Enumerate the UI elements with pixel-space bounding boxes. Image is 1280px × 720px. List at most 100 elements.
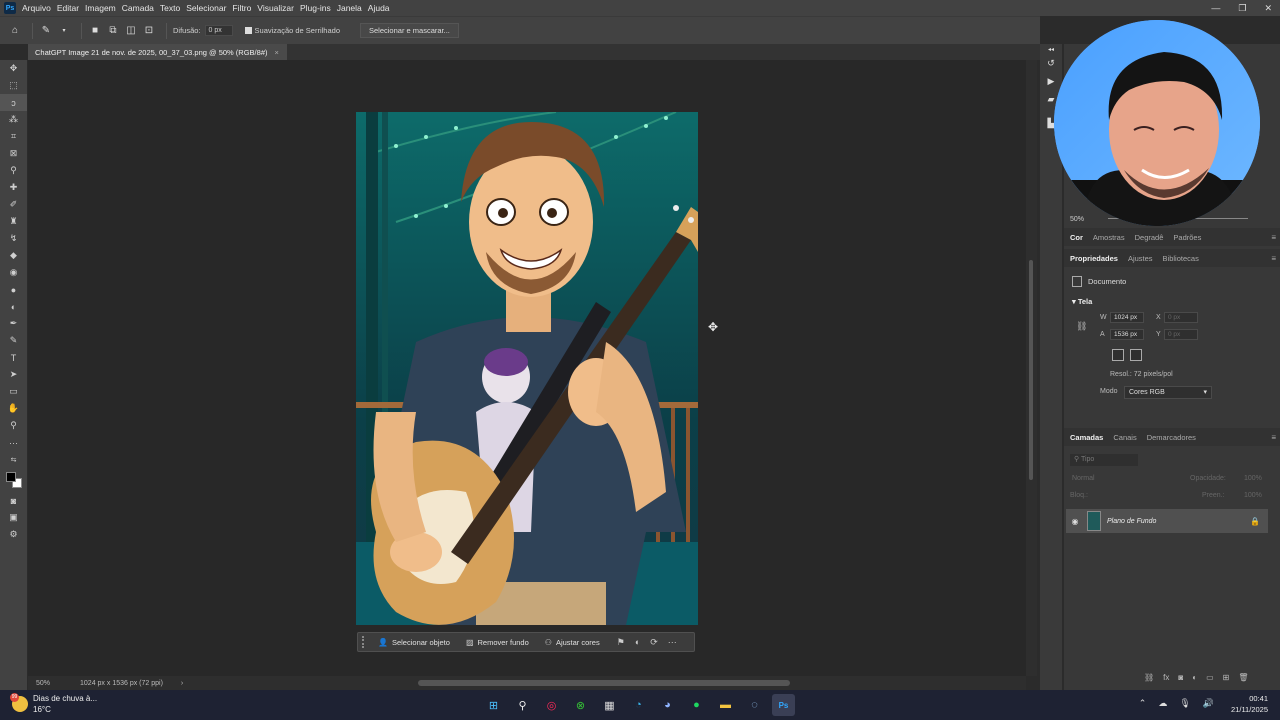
flag-icon[interactable]: ⚑ bbox=[617, 637, 625, 648]
volume-icon[interactable]: 🔊 bbox=[1203, 698, 1214, 709]
feather-input[interactable]: 0 px bbox=[204, 25, 233, 36]
move-tool-icon[interactable]: ✥ bbox=[0, 60, 27, 77]
horizontal-scrollbar[interactable] bbox=[418, 680, 790, 686]
quick-mask-icon[interactable]: ◙ bbox=[0, 492, 27, 509]
tab-swatches[interactable]: Amostras bbox=[1093, 233, 1125, 242]
start-button-icon[interactable]: ⊞ bbox=[482, 694, 505, 716]
blend-mode-select[interactable]: Normal bbox=[1070, 473, 1170, 485]
screen-mode-icon[interactable]: ▣ bbox=[0, 509, 27, 526]
calculator-icon[interactable]: ▦ bbox=[598, 694, 621, 716]
add-selection-icon[interactable]: ⧉ bbox=[106, 24, 120, 38]
visibility-eye-icon[interactable]: ◉ bbox=[1066, 517, 1084, 526]
select-object-button[interactable]: 👤 Selecionar objeto bbox=[374, 636, 454, 649]
magic-wand-icon[interactable]: ⁂ bbox=[0, 111, 27, 128]
edit-toolbar-icon[interactable]: ⚙ bbox=[0, 526, 27, 543]
delete-layer-icon[interactable]: 🗑 bbox=[1238, 673, 1248, 682]
height-field[interactable]: 1536 px bbox=[1110, 329, 1144, 340]
layer-row[interactable]: ◉ Plano de Fundo 🔒 bbox=[1066, 509, 1268, 533]
menu-ajuda[interactable]: Ajuda bbox=[368, 3, 390, 13]
chevron-right-icon[interactable]: › bbox=[181, 680, 183, 687]
tab-color[interactable]: Cor bbox=[1070, 233, 1083, 242]
navigator-zoom[interactable]: 50% bbox=[1070, 216, 1084, 223]
home-icon[interactable]: ⌂ bbox=[8, 24, 22, 38]
file-explorer-icon[interactable]: ▬ bbox=[714, 694, 737, 716]
color-swatches-icon[interactable] bbox=[0, 468, 27, 492]
xbox-icon[interactable]: ⊗ bbox=[569, 694, 592, 716]
opacity-value[interactable]: 100% bbox=[1244, 475, 1262, 482]
remove-background-button[interactable]: ▨ Remover fundo bbox=[462, 636, 533, 649]
menu-filtro[interactable]: Filtro bbox=[232, 3, 251, 13]
menu-plugins[interactable]: Plug-ins bbox=[300, 3, 331, 13]
restore-icon[interactable]: ❐ bbox=[1238, 3, 1246, 14]
weather-widget[interactable]: 99 Dias de chuva à... 16°C bbox=[10, 693, 97, 715]
more-tools-icon[interactable]: ··· bbox=[0, 434, 27, 451]
adjust-colors-button[interactable]: ⚇ Ajustar cores bbox=[541, 636, 604, 649]
contrast-icon[interactable]: ◐ bbox=[635, 637, 640, 647]
layer-name[interactable]: Plano de Fundo bbox=[1107, 518, 1156, 525]
fill-value[interactable]: 100% bbox=[1244, 492, 1262, 499]
link-layers-icon[interactable]: ⛓ bbox=[1144, 673, 1154, 682]
menu-editar[interactable]: Editar bbox=[57, 3, 79, 13]
portrait-orientation-button[interactable] bbox=[1112, 349, 1124, 361]
eraser-tool-icon[interactable]: ◆ bbox=[0, 247, 27, 264]
fx-icon[interactable]: fx bbox=[1163, 673, 1169, 682]
crop-tool-icon[interactable]: ⌗ bbox=[0, 128, 27, 145]
close-window-icon[interactable]: ✕ bbox=[1264, 3, 1272, 14]
menu-imagem[interactable]: Imagem bbox=[85, 3, 116, 13]
tab-paths[interactable]: Demarcadores bbox=[1147, 433, 1196, 442]
menu-arquivo[interactable]: Arquivo bbox=[22, 3, 51, 13]
link-icon[interactable]: ⛓ bbox=[1076, 321, 1087, 332]
color-mode-select[interactable]: Cores RGB ▾ bbox=[1124, 386, 1212, 399]
microphone-icon[interactable]: 🎙 bbox=[1179, 698, 1190, 709]
antialias-checkbox[interactable] bbox=[244, 27, 252, 34]
menu-texto[interactable]: Texto bbox=[160, 3, 180, 13]
select-and-mask-button[interactable]: Selecionar e mascarar... bbox=[360, 23, 459, 38]
history-icon[interactable]: ↺ bbox=[1040, 54, 1062, 72]
healing-brush-icon[interactable]: ✚ bbox=[0, 179, 27, 196]
tab-layers[interactable]: Camadas bbox=[1070, 433, 1103, 442]
generate-icon[interactable]: ⟳ bbox=[650, 637, 658, 648]
add-mask-icon[interactable]: ◙ bbox=[1178, 673, 1183, 682]
tab-libraries[interactable]: Bibliotecas bbox=[1163, 254, 1199, 263]
app-icon[interactable]: ◕ bbox=[656, 694, 679, 716]
marquee-tool-icon[interactable]: ⬚ bbox=[0, 77, 27, 94]
edge-icon[interactable]: ◔ bbox=[627, 694, 650, 716]
type-tool-icon[interactable]: T bbox=[0, 349, 27, 366]
blur-tool-icon[interactable]: ● bbox=[0, 281, 27, 298]
menu-selecionar[interactable]: Selecionar bbox=[186, 3, 226, 13]
menu-janela[interactable]: Janela bbox=[337, 3, 362, 13]
app-swirl-icon[interactable]: ◌ bbox=[743, 694, 766, 716]
adjustment-layer-icon[interactable]: ◐ bbox=[1192, 673, 1197, 682]
tab-channels[interactable]: Canais bbox=[1113, 433, 1136, 442]
scroll-thumb[interactable] bbox=[1029, 260, 1033, 480]
zoom-tool-icon[interactable]: ⚲ bbox=[0, 417, 27, 434]
tab-patterns[interactable]: Padrões bbox=[1173, 233, 1201, 242]
dodge-tool-icon[interactable]: ◐ bbox=[0, 298, 27, 315]
swap-colors-icon[interactable]: ⇆ bbox=[0, 451, 27, 468]
search-icon[interactable]: ⚲ bbox=[511, 694, 534, 716]
drag-handle[interactable] bbox=[362, 636, 366, 648]
subtract-selection-icon[interactable]: ◫ bbox=[124, 24, 138, 38]
chevron-up-icon[interactable]: ⌃ bbox=[1139, 698, 1147, 709]
lasso-tool-icon[interactable]: ✎ bbox=[39, 24, 53, 38]
onedrive-icon[interactable]: ☁ bbox=[1158, 698, 1167, 709]
intersect-selection-icon[interactable]: ⊡ bbox=[142, 24, 156, 38]
minimize-icon[interactable]: — bbox=[1211, 3, 1220, 13]
layer-filter-input[interactable]: ⚲ Tipo bbox=[1070, 454, 1138, 466]
chevron-down-icon[interactable]: ▾ bbox=[57, 24, 71, 38]
clock[interactable]: 00:41 21/11/2025 bbox=[1231, 693, 1268, 715]
tab-properties[interactable]: Propriedades bbox=[1070, 254, 1118, 263]
spotify-icon[interactable]: ● bbox=[685, 694, 708, 716]
paint-bucket-icon[interactable]: ◉ bbox=[0, 264, 27, 281]
tab-gradients[interactable]: Degradê bbox=[1135, 233, 1164, 242]
x-field[interactable]: 0 px bbox=[1164, 312, 1198, 323]
menu-visualizar[interactable]: Visualizar bbox=[257, 3, 294, 13]
collapse-icon[interactable]: ◂◂ bbox=[1040, 44, 1062, 54]
path-selection-icon[interactable]: ➤ bbox=[0, 366, 27, 383]
document-image[interactable] bbox=[356, 112, 698, 625]
vertical-scrollbar[interactable] bbox=[1026, 60, 1037, 676]
more-options-icon[interactable]: ··· bbox=[668, 637, 677, 647]
zoom-level[interactable]: 50% bbox=[36, 680, 50, 687]
rectangle-tool-icon[interactable]: ▭ bbox=[0, 383, 27, 400]
new-layer-icon[interactable]: ⊞ bbox=[1223, 673, 1230, 682]
